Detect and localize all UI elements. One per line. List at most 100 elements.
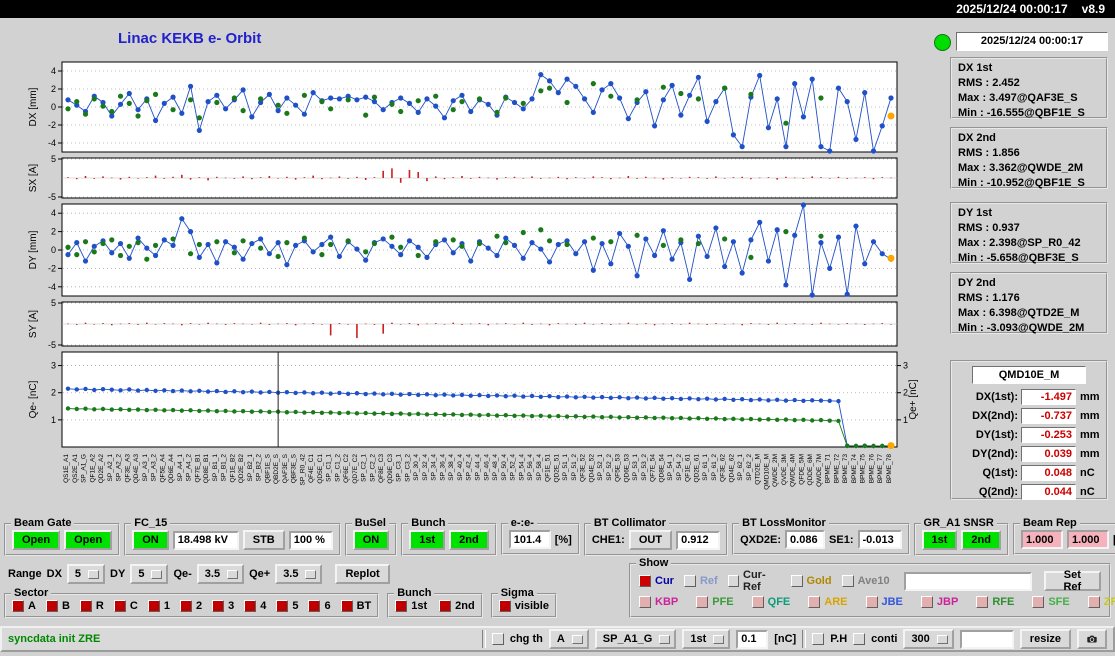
checkbox[interactable] (639, 596, 651, 608)
show-check-gold[interactable]: Gold (790, 575, 832, 587)
sector-select-dropdown[interactable]: A (548, 629, 589, 649)
sector-check-bt[interactable]: BT (340, 600, 371, 612)
che1-value-field[interactable] (676, 530, 721, 550)
range-qem-dropdown[interactable]: 3.5 (196, 564, 245, 584)
show-check-rfe[interactable]: RFE (976, 596, 1014, 608)
checkbox[interactable] (12, 600, 24, 612)
beam-rep-field-1[interactable] (1020, 530, 1063, 549)
fc15-kv-field[interactable] (172, 530, 239, 550)
show-check-are[interactable]: ARE (808, 596, 848, 608)
beam-gate-open-1-button[interactable]: Open (12, 530, 61, 550)
show-check-sfe[interactable]: SFE (1032, 596, 1070, 608)
gr-snsr-2nd-button[interactable]: 2nd (961, 530, 1001, 550)
bpm-monitor-title[interactable]: QMD10E_M (972, 366, 1086, 384)
checkbox[interactable] (1032, 596, 1045, 608)
beam-gate-open-2-button[interactable]: Open (64, 530, 113, 550)
bunch-check-1st[interactable]: 1st (395, 600, 427, 612)
range-qep-dropdown[interactable]: 3.5 (275, 564, 323, 584)
checkbox[interactable] (696, 596, 709, 608)
sector-check-c[interactable]: C (113, 600, 138, 612)
show-check-jbe[interactable]: JBE (865, 596, 903, 608)
ref-name-input[interactable] (903, 571, 1032, 591)
checkbox[interactable] (113, 600, 126, 612)
show-check-ave10[interactable]: Ave10 (841, 575, 890, 587)
se1-value-field[interactable] (857, 530, 902, 549)
replot-button[interactable]: Replot (335, 564, 390, 584)
screenshot-button[interactable] (1077, 629, 1107, 649)
sector-check-a[interactable]: A (12, 600, 36, 612)
data-point (590, 267, 596, 273)
conti-checkbox[interactable] (853, 633, 866, 645)
threshold-input[interactable] (736, 629, 769, 649)
checkbox[interactable] (808, 596, 821, 608)
beam-rep-field-2[interactable] (1066, 530, 1109, 549)
checkbox[interactable] (841, 575, 854, 587)
checkbox[interactable] (920, 596, 933, 608)
show-check-ref[interactable]: Ref (683, 575, 718, 587)
show-check-kbp[interactable]: KBP (639, 596, 678, 608)
repeat-count-dropdown[interactable]: 300 (903, 629, 954, 649)
che1-state-button[interactable]: OUT (628, 530, 673, 550)
range-dx-dropdown[interactable]: 5 (66, 564, 106, 584)
sector-check-2[interactable]: 2 (179, 600, 202, 612)
show-check-qfe[interactable]: QFE (751, 596, 790, 608)
checkbox[interactable] (683, 575, 696, 587)
resize-button[interactable]: resize (1019, 629, 1071, 649)
gr-snsr-1st-button[interactable]: 1st (921, 530, 958, 550)
chg-th-checkbox[interactable] (491, 633, 504, 645)
checkbox[interactable] (976, 596, 989, 608)
bpm-select-dropdown[interactable]: SP_A1_G (594, 629, 677, 649)
sector-check-b[interactable]: B (45, 600, 70, 612)
fc15-stb-button[interactable]: STB (242, 530, 285, 550)
fc15-on-button[interactable]: ON (132, 530, 169, 550)
bunch-select-dropdown[interactable]: 1st (682, 629, 731, 649)
sector-check-5[interactable]: 5 (276, 600, 298, 612)
sector-check-4[interactable]: 4 (244, 600, 266, 612)
checkbox[interactable] (147, 600, 160, 612)
ee-ratio-field[interactable] (508, 530, 551, 549)
data-point (337, 390, 342, 396)
show-check-cur[interactable]: Cur (639, 575, 674, 587)
set-ref-button[interactable]: Set Ref (1043, 569, 1101, 593)
checkbox[interactable] (439, 600, 452, 612)
busel-on-button[interactable]: ON (352, 530, 390, 550)
sector-check-1[interactable]: 1 (147, 600, 170, 612)
bunch-1st-button[interactable]: 1st (409, 530, 446, 550)
ph-checkbox[interactable] (812, 633, 825, 645)
bunch-check-2nd[interactable]: 2nd (439, 600, 475, 612)
sigma-check-visible[interactable]: visible (498, 600, 549, 612)
bunch-2nd-button[interactable]: 2nd (449, 530, 489, 550)
checkbox[interactable] (244, 600, 257, 612)
orbit-plots[interactable]: 4 2 0 -2 -4 DX [mm] 5 -5 SX [A] 4 2 0 -2 -4 DY [mm] 5 -5… (0, 18, 930, 520)
checkbox[interactable] (498, 600, 511, 612)
checkbox[interactable] (45, 600, 58, 612)
plot-frame[interactable] (61, 351, 898, 448)
sector-check-r[interactable]: R (79, 600, 104, 612)
checkbox[interactable] (276, 600, 289, 612)
checkbox[interactable] (865, 596, 878, 608)
checkbox[interactable] (395, 600, 408, 612)
sector-check-3[interactable]: 3 (212, 600, 234, 612)
qxd2e-value-field[interactable] (785, 530, 826, 549)
checkbox[interactable] (1087, 596, 1100, 608)
aux-input[interactable] (959, 629, 1014, 649)
checkbox[interactable] (727, 575, 739, 587)
range-dy-dropdown[interactable]: 5 (130, 564, 169, 584)
checkbox[interactable] (790, 575, 803, 587)
checkbox[interactable] (751, 596, 764, 608)
checkbox[interactable] (79, 600, 92, 612)
data-point (284, 110, 290, 116)
checkbox[interactable] (340, 600, 353, 612)
show-check-jbp[interactable]: JBP (920, 596, 958, 608)
show-check-zre[interactable]: ZRE (1087, 596, 1115, 608)
checkbox[interactable] (639, 575, 651, 587)
fc15-percent-field[interactable] (288, 530, 333, 550)
sector-check-6[interactable]: 6 (308, 600, 331, 612)
checkbox[interactable] (308, 600, 321, 612)
data-point (126, 243, 132, 249)
show-check-cur-ref[interactable]: Cur-Ref (727, 569, 781, 593)
checkbox[interactable] (212, 600, 225, 612)
data-point (293, 409, 298, 415)
show-check-pfe[interactable]: PFE (696, 596, 734, 608)
checkbox[interactable] (179, 600, 192, 612)
